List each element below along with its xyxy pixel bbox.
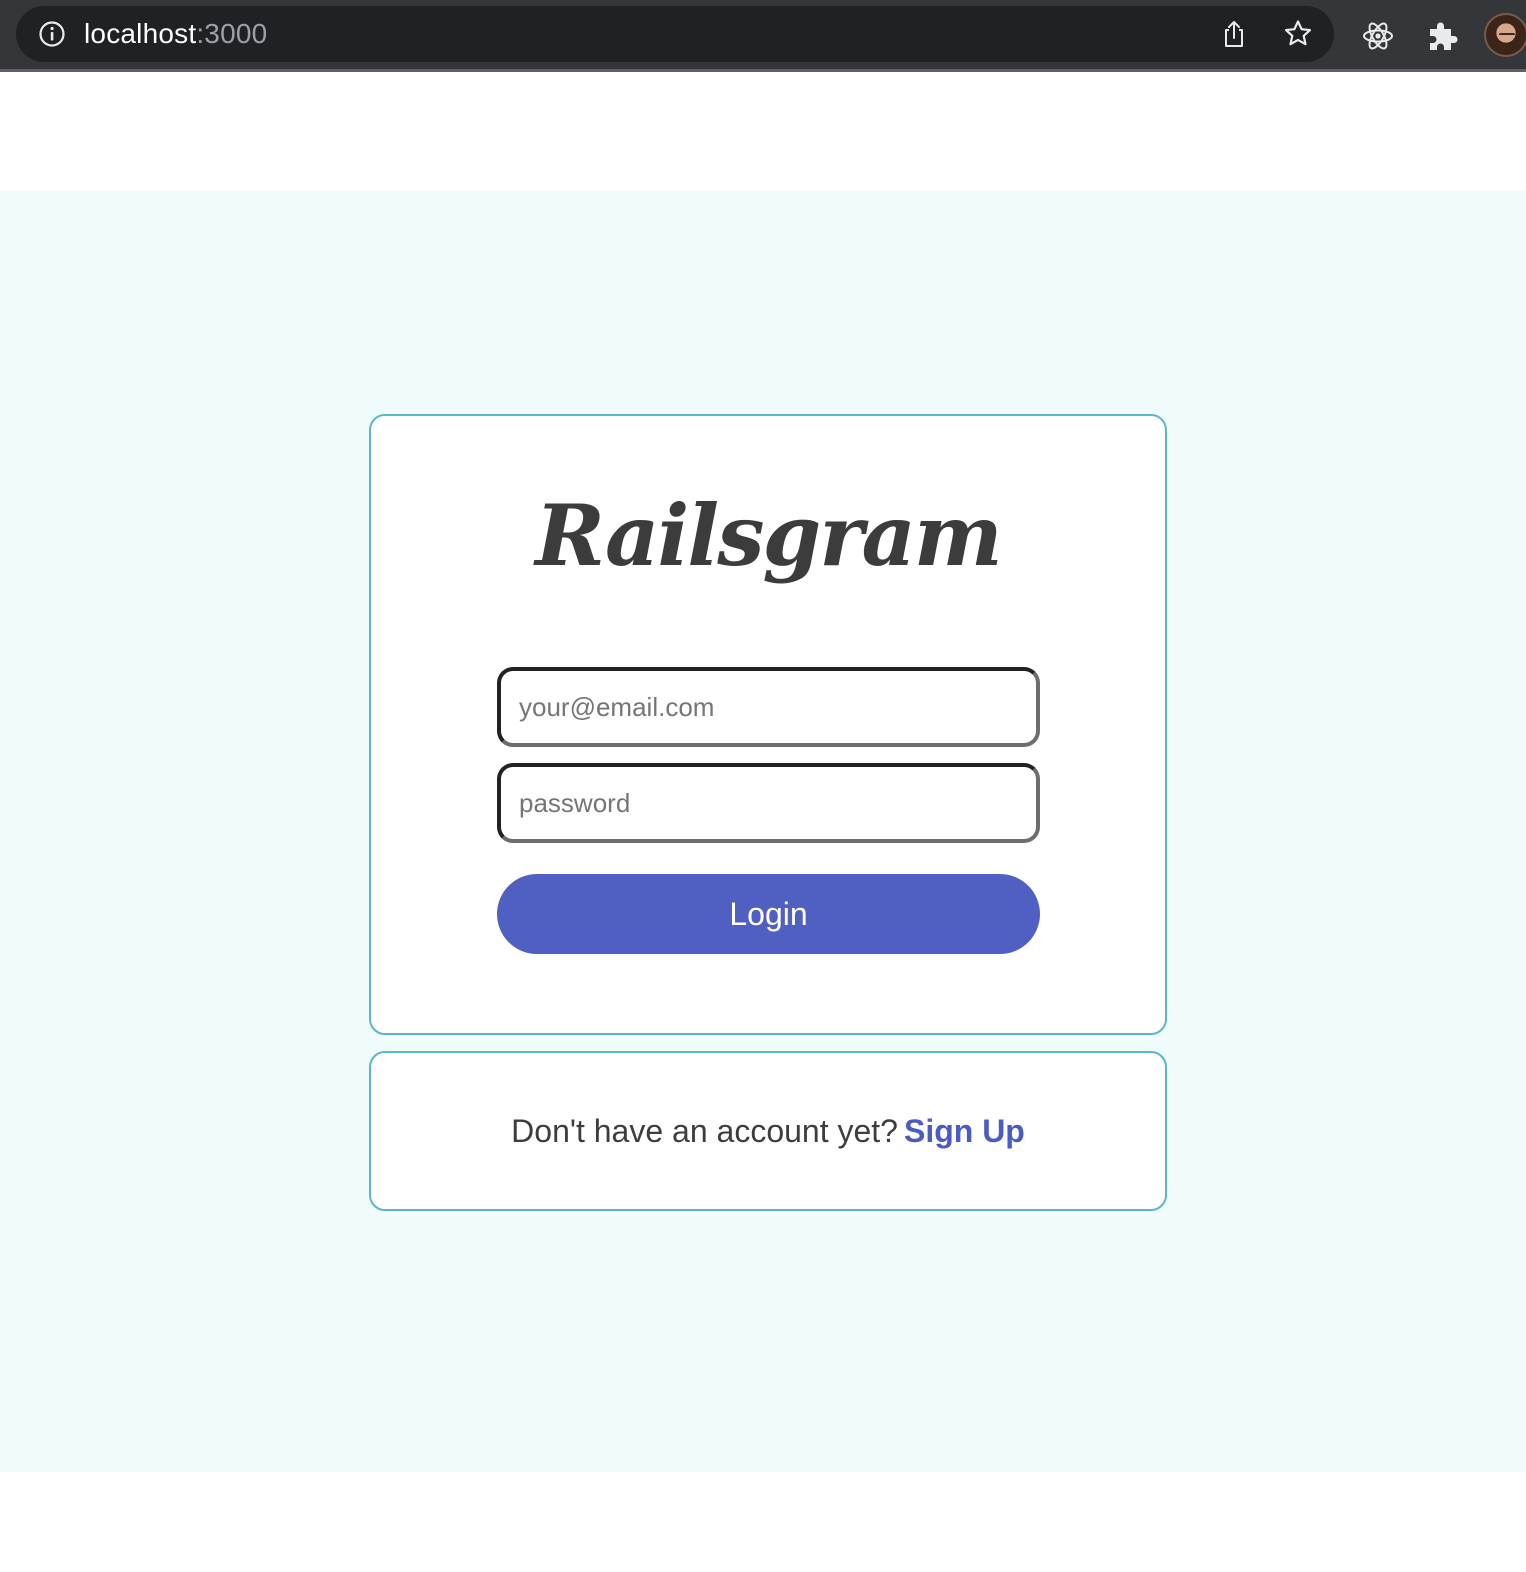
profile-avatar[interactable] bbox=[1484, 13, 1526, 57]
signup-link[interactable]: Sign Up bbox=[904, 1113, 1025, 1149]
url-port: :3000 bbox=[196, 18, 268, 49]
signup-prompt: Don't have an account yet? Sign Up bbox=[371, 1111, 1165, 1151]
share-icon[interactable] bbox=[1218, 18, 1250, 50]
react-devtools-icon[interactable] bbox=[1360, 18, 1396, 54]
bookmark-star-icon[interactable] bbox=[1282, 18, 1314, 50]
info-icon[interactable] bbox=[38, 20, 66, 48]
extensions-puzzle-icon[interactable] bbox=[1424, 18, 1460, 54]
signup-card: Don't have an account yet? Sign Up bbox=[369, 1051, 1167, 1211]
app-logo: Railsgram bbox=[535, 486, 1003, 585]
address-bar[interactable]: localhost:3000 bbox=[16, 6, 1334, 62]
url-host: localhost bbox=[84, 18, 197, 49]
signup-prompt-text: Don't have an account yet? bbox=[511, 1113, 898, 1149]
login-card: Railsgram Login bbox=[369, 414, 1167, 1035]
page-footer-space bbox=[0, 1472, 1526, 1572]
page-header-space bbox=[0, 72, 1526, 191]
browser-toolbar: localhost:3000 bbox=[0, 0, 1526, 72]
email-input[interactable] bbox=[501, 671, 1036, 743]
url-text[interactable]: localhost:3000 bbox=[84, 18, 267, 50]
password-input[interactable] bbox=[501, 767, 1036, 839]
password-field[interactable] bbox=[497, 763, 1040, 843]
login-button[interactable]: Login bbox=[497, 874, 1040, 954]
email-field[interactable] bbox=[497, 667, 1040, 747]
